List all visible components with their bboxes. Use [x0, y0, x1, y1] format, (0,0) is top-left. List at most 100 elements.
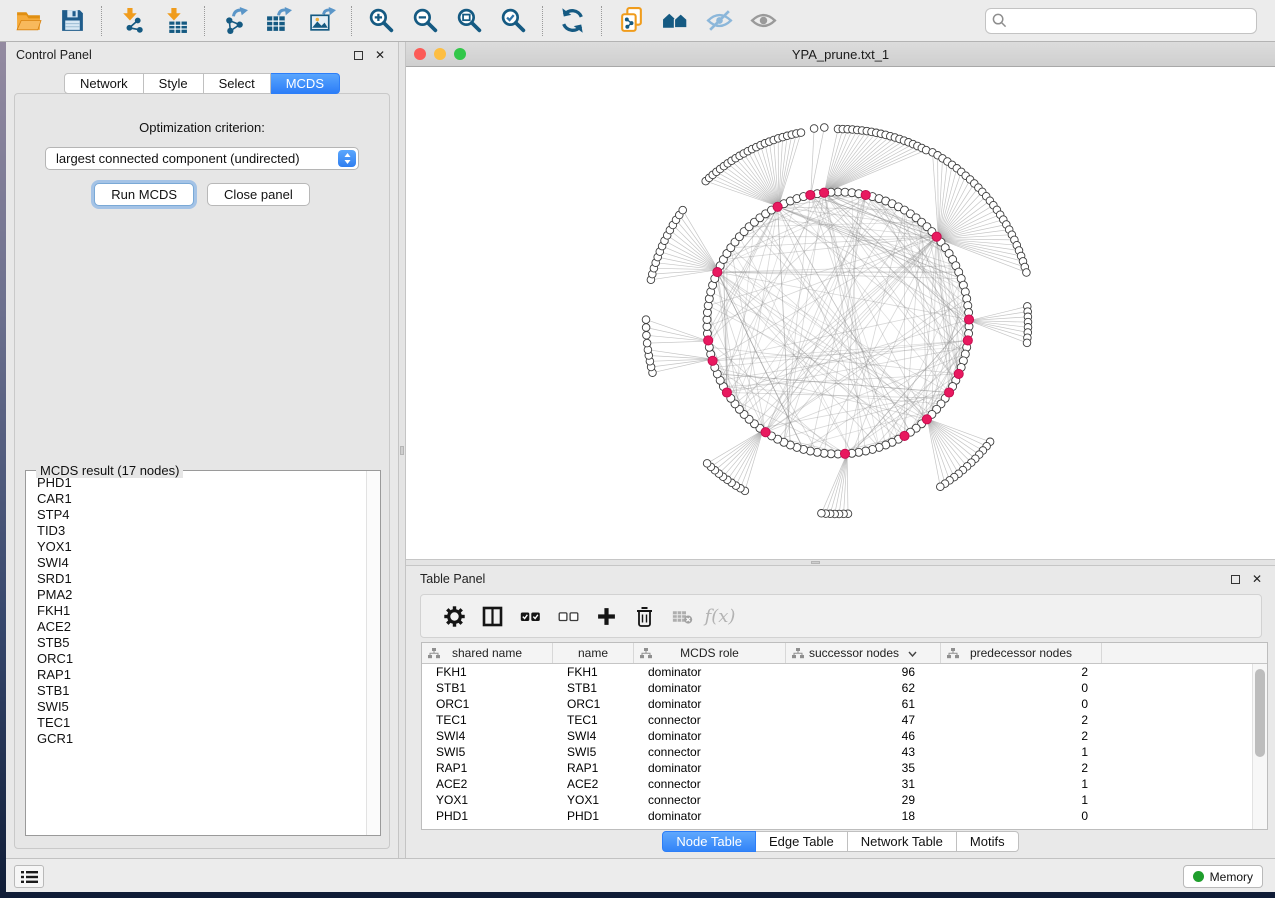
tab-network[interactable]: Network	[64, 73, 144, 94]
table-row[interactable]: FKH1FKH1dominator962	[422, 664, 1252, 680]
cell: SWI5	[553, 745, 634, 759]
deselect-all-icon[interactable]	[549, 599, 587, 633]
column-header-name[interactable]: name	[553, 643, 634, 663]
column-settings-icon[interactable]	[435, 599, 473, 633]
mcds-result-item: SWI5	[37, 699, 365, 715]
search-input[interactable]	[985, 8, 1257, 34]
cell: SWI5	[422, 745, 553, 759]
toolbar-separator	[204, 6, 205, 36]
run-mcds-button[interactable]: Run MCDS	[94, 183, 194, 206]
sort-desc-icon[interactable]	[908, 646, 917, 660]
cell: connector	[634, 793, 786, 807]
close-panel-button[interactable]: Close panel	[207, 183, 310, 206]
close-panel-icon[interactable]: ✕	[1249, 572, 1265, 586]
mcds-result-item: SRD1	[37, 571, 365, 587]
zoom-selected-icon[interactable]	[491, 3, 535, 39]
mcds-result-item: ORC1	[37, 651, 365, 667]
function-builder-icon: f(x)	[701, 599, 739, 633]
scrollbar-thumb[interactable]	[1255, 669, 1265, 757]
float-panel-icon[interactable]	[350, 48, 366, 62]
table-header-row: shared name nameMCDS rolesuccessor nodesp…	[422, 643, 1267, 664]
table-scrollbar[interactable]	[1252, 664, 1267, 829]
network-canvas[interactable]	[406, 67, 1275, 559]
mcds-result-item: RAP1	[37, 667, 365, 683]
tab-edge-table[interactable]: Edge Table	[756, 831, 848, 852]
column-type-icon	[640, 648, 652, 662]
vertical-splitter[interactable]	[398, 42, 406, 858]
cell: connector	[634, 745, 786, 759]
export-table-icon[interactable]	[256, 3, 300, 39]
table-body: FKH1FKH1dominator962STB1STB1dominator620…	[422, 664, 1252, 829]
horizontal-splitter[interactable]	[406, 559, 1275, 566]
cell: 47	[786, 713, 941, 727]
zoom-out-icon[interactable]	[403, 3, 447, 39]
show-all-icon[interactable]	[741, 3, 785, 39]
clone-network-icon[interactable]	[609, 3, 653, 39]
mcds-result-item: ACE2	[37, 619, 365, 635]
table-row[interactable]: STB1STB1dominator620	[422, 680, 1252, 696]
refresh-icon[interactable]	[550, 3, 594, 39]
save-icon[interactable]	[50, 3, 94, 39]
tab-style[interactable]: Style	[144, 73, 204, 94]
mcds-result-item: STB1	[37, 683, 365, 699]
select-all-icon[interactable]	[511, 599, 549, 633]
show-panels-button[interactable]	[14, 865, 44, 888]
show-columns-icon[interactable]	[473, 599, 511, 633]
import-network-icon[interactable]	[109, 3, 153, 39]
optimization-criterion-select[interactable]: largest connected component (undirected)	[45, 147, 359, 170]
table-row[interactable]: SWI4SWI4dominator462	[422, 728, 1252, 744]
search-icon	[992, 13, 1007, 28]
network-window-titlebar[interactable]: YPA_prune.txt_1	[406, 42, 1275, 67]
column-header-shared-name[interactable]: shared name	[422, 643, 553, 663]
toolbar-separator	[601, 6, 602, 36]
memory-button[interactable]: Memory	[1183, 865, 1263, 888]
cell: 46	[786, 729, 941, 743]
tab-mcds[interactable]: MCDS	[271, 73, 340, 94]
zoom-in-icon[interactable]	[359, 3, 403, 39]
delete-table-icon	[663, 599, 701, 633]
tab-motifs[interactable]: Motifs	[957, 831, 1019, 852]
delete-column-icon[interactable]	[625, 599, 663, 633]
cell: ORC1	[553, 697, 634, 711]
export-image-icon[interactable]	[300, 3, 344, 39]
add-column-icon[interactable]	[587, 599, 625, 633]
table-row[interactable]: ORC1ORC1dominator610	[422, 696, 1252, 712]
hide-selected-icon[interactable]	[697, 3, 741, 39]
cell: dominator	[634, 681, 786, 695]
open-folder-icon[interactable]	[6, 3, 50, 39]
tab-select[interactable]: Select	[204, 73, 271, 94]
tab-node-table[interactable]: Node Table	[662, 831, 756, 852]
table-row[interactable]: SWI5SWI5connector431	[422, 744, 1252, 760]
tab-network-table[interactable]: Network Table	[848, 831, 957, 852]
mcds-result-item: STP4	[37, 507, 365, 523]
cell: 1	[941, 777, 1102, 791]
table-row[interactable]: ACE2ACE2connector311	[422, 776, 1252, 792]
node-table: shared name nameMCDS rolesuccessor nodesp…	[421, 642, 1268, 830]
column-label: shared name	[452, 646, 522, 660]
column-header-predecessor-nodes[interactable]: predecessor nodes	[941, 643, 1102, 663]
toolbar-separator	[542, 6, 543, 36]
zoom-fit-icon[interactable]	[447, 3, 491, 39]
cell: FKH1	[422, 665, 553, 679]
table-row[interactable]: PHD1PHD1dominator180	[422, 808, 1252, 824]
mcds-result-item: TID3	[37, 523, 365, 539]
table-row[interactable]: TEC1TEC1connector472	[422, 712, 1252, 728]
table-tabs: Node TableEdge TableNetwork TableMotifs	[406, 831, 1275, 852]
close-panel-icon[interactable]: ✕	[372, 48, 388, 62]
table-row[interactable]: RAP1RAP1dominator352	[422, 760, 1252, 776]
mcds-result-item: GCR1	[37, 731, 365, 747]
first-neighbors-icon[interactable]	[653, 3, 697, 39]
float-panel-icon[interactable]	[1227, 572, 1243, 586]
column-header-successor-nodes[interactable]: successor nodes	[786, 643, 941, 663]
splitter-grip[interactable]	[811, 561, 820, 564]
splitter-grip[interactable]	[400, 446, 404, 455]
mcds-result-scrollbar[interactable]	[366, 471, 380, 835]
list-icon	[21, 870, 38, 884]
main-toolbar	[0, 0, 1275, 42]
export-network-icon[interactable]	[212, 3, 256, 39]
column-header-mcds-role[interactable]: MCDS role	[634, 643, 786, 663]
import-table-icon[interactable]	[153, 3, 197, 39]
mcds-result-item: FKH1	[37, 603, 365, 619]
cell: 1	[941, 745, 1102, 759]
table-row[interactable]: YOX1YOX1connector291	[422, 792, 1252, 808]
